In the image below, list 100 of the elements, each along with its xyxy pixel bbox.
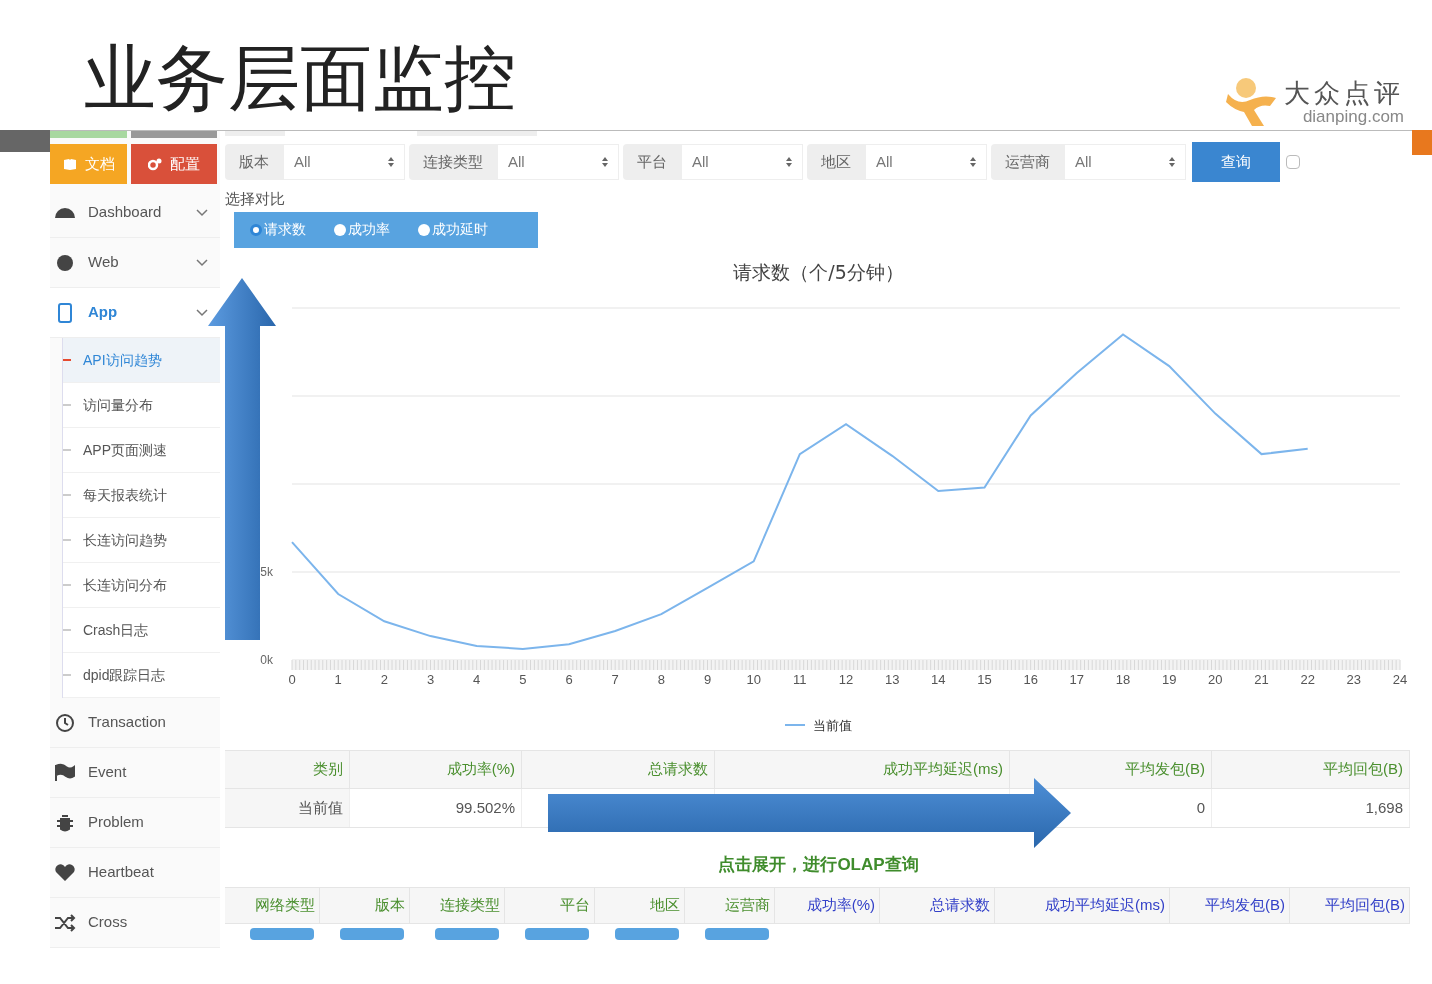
radio-button[interactable]: [250, 223, 262, 236]
filter-label: 平台: [623, 144, 681, 181]
x-tick-label: 10: [746, 671, 761, 687]
slide-bar: [0, 130, 50, 152]
nav-label: App: [88, 302, 119, 323]
submenu-item[interactable]: APP页面测速: [63, 428, 220, 473]
cell-button[interactable]: [525, 928, 589, 940]
x-tick-label: 8: [657, 671, 665, 687]
compare-label: 选择对比: [225, 190, 286, 209]
filter-select[interactable]: All: [497, 144, 619, 181]
nav-label: Transaction: [88, 712, 167, 733]
filter-select[interactable]: All: [865, 144, 987, 181]
bug-icon: [54, 812, 76, 833]
submenu-label: 每天报表统计: [83, 485, 167, 505]
cell-button[interactable]: [340, 928, 404, 940]
x-tick-label: 19: [1161, 671, 1177, 687]
submenu-item[interactable]: API访问趋势: [63, 338, 220, 383]
radio-button[interactable]: [334, 223, 346, 236]
x-tick-label: 9: [703, 671, 712, 687]
legend-line-icon: [785, 723, 805, 728]
x-tick-label: 20: [1208, 671, 1223, 687]
submenu-item[interactable]: Crash日志: [63, 608, 220, 653]
x-tick-label: 16: [1023, 671, 1038, 687]
filter-select[interactable]: All: [1064, 144, 1186, 181]
submenu-item[interactable]: 访问量分布: [63, 383, 220, 428]
nav-item[interactable]: App: [50, 288, 220, 338]
submenu-label: APP页面测速: [83, 440, 167, 460]
submenu-label: dpid跟踪日志: [83, 665, 166, 685]
logo-name: 大众点评: [1284, 78, 1404, 108]
column-header: 总请求数: [522, 751, 715, 788]
cell-button[interactable]: [615, 928, 679, 940]
nav-label: Cross: [88, 912, 129, 933]
cell-button[interactable]: [250, 928, 314, 940]
book-icon: [62, 157, 77, 171]
gauge-icon: [54, 206, 76, 219]
x-tick-label: 17: [1069, 671, 1085, 687]
column-header[interactable]: 平均发包(B): [1170, 888, 1290, 923]
submenu-label: 长连访问趋势: [83, 530, 167, 550]
table-cell: 1,698: [1212, 789, 1410, 827]
compare-checkbox[interactable]: [1286, 155, 1300, 170]
legend-label[interactable]: 当前值: [813, 715, 852, 735]
column-header[interactable]: 网络类型: [225, 888, 320, 923]
updown-icon: [388, 156, 394, 169]
query-button[interactable]: 查询: [1192, 142, 1280, 183]
column-header[interactable]: 总请求数: [880, 888, 995, 923]
submenu-item[interactable]: 长连访问分布: [63, 563, 220, 608]
x-tick-label: 14: [931, 671, 946, 687]
nav-label: Web: [88, 252, 120, 273]
filter-label: 版本: [225, 144, 283, 181]
column-header: 平均回包(B): [1212, 751, 1410, 788]
submenu-item[interactable]: 长连访问趋势: [63, 518, 220, 563]
x-tick-label: 1: [334, 671, 342, 687]
x-tick-label: 13: [884, 671, 900, 687]
x-tick-label: 23: [1346, 671, 1362, 687]
filter-label: 连接类型: [409, 144, 497, 181]
updown-icon: [786, 156, 792, 169]
globe-icon: [54, 252, 76, 273]
slide-title: 业务层面监控: [84, 36, 516, 120]
submenu-item[interactable]: dpid跟踪日志: [63, 653, 220, 698]
nav-label: Event: [88, 762, 128, 783]
column-header: 类别: [225, 751, 350, 788]
y-tick-label: 5k: [260, 564, 273, 579]
olap-hint[interactable]: 点击展开，进行OLAP查询: [718, 852, 919, 874]
column-header[interactable]: 平台: [505, 888, 595, 923]
cell-button[interactable]: [435, 928, 499, 940]
x-tick-label: 7: [611, 671, 619, 687]
column-header[interactable]: 成功率(%): [775, 888, 880, 923]
x-tick-label: 22: [1300, 671, 1315, 687]
nav-label: Heartbeat: [88, 862, 155, 883]
cell-button[interactable]: [705, 928, 769, 940]
filter-select[interactable]: All: [283, 144, 405, 181]
filter-select[interactable]: All: [681, 144, 803, 181]
x-tick-label: 6: [565, 671, 573, 687]
shuffle-icon: [54, 912, 76, 933]
column-header[interactable]: 地区: [595, 888, 685, 923]
column-header: 成功平均延迟(ms): [715, 751, 1010, 788]
gear-icon: [148, 157, 162, 171]
radio-button[interactable]: [418, 223, 430, 236]
nav-label: Dashboard: [88, 202, 163, 223]
filter-label: 运营商: [991, 144, 1064, 181]
x-tick-label: 24: [1392, 671, 1408, 687]
filter-label: 地区: [807, 144, 865, 181]
column-header[interactable]: 连接类型: [410, 888, 505, 923]
x-tick-label: 18: [1115, 671, 1131, 687]
x-tick-label: 0: [288, 671, 296, 687]
x-tick-label: 21: [1254, 671, 1269, 687]
column-header: 成功率(%): [350, 751, 522, 788]
x-tick-label: 2: [380, 671, 388, 687]
column-header[interactable]: 运营商: [685, 888, 775, 923]
column-header[interactable]: 版本: [320, 888, 410, 923]
config-button[interactable]: 配置: [131, 144, 217, 184]
submenu-item[interactable]: 每天报表统计: [63, 473, 220, 518]
submenu-label: API访问趋势: [83, 350, 162, 370]
submenu-label: 长连访问分布: [83, 575, 167, 595]
column-header[interactable]: 平均回包(B): [1290, 888, 1410, 923]
submenu-label: Crash日志: [83, 620, 149, 640]
column-header[interactable]: 成功平均延迟(ms): [995, 888, 1170, 923]
nav-label: Problem: [88, 812, 145, 833]
heart-icon: [54, 862, 76, 883]
clock-icon: [54, 712, 76, 733]
